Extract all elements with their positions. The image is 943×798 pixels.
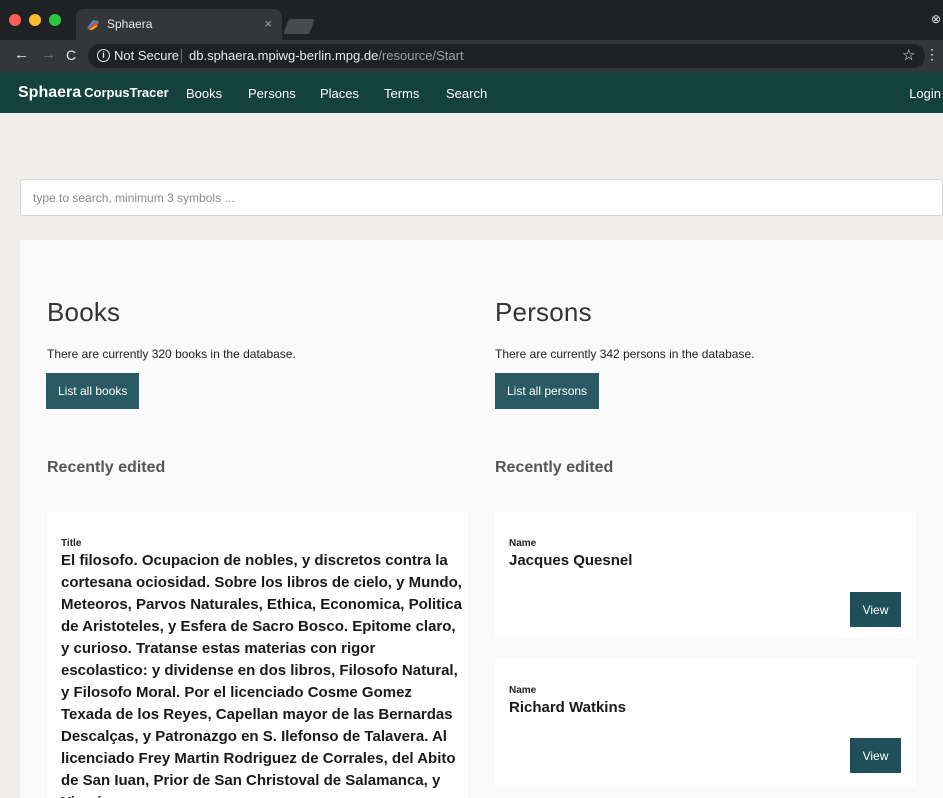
persons-count-text: There are currently 342 persons in the d… [495, 347, 755, 361]
browser-tab-strip: Sphaera × ⊗ [0, 0, 943, 40]
browser-tab[interactable]: Sphaera × [76, 9, 282, 40]
minimize-window-button[interactable] [29, 14, 41, 26]
person-card: Name Jacques Quesnel View [495, 512, 916, 639]
tab-close-icon[interactable]: × [264, 16, 272, 31]
close-window-button[interactable] [9, 14, 21, 26]
books-recently-edited-heading: Recently edited [47, 459, 166, 476]
bookmark-star-icon[interactable]: ☆ [902, 46, 915, 64]
person-name-label: Name [509, 538, 537, 549]
brand-subtitle: CorpusTracer [84, 85, 169, 100]
url-host: db.sphaera.mpiwg-berlin.mpg.de [189, 48, 379, 63]
url-path: /resource/Start [378, 48, 464, 63]
book-card: Title El filosofo. Ocupacion de nobles, … [46, 512, 468, 798]
list-all-books-button[interactable]: List all books [46, 373, 140, 409]
main-panel: Books There are currently 320 books in t… [20, 240, 943, 798]
browser-menu-icon[interactable]: ⋮ [925, 46, 939, 63]
info-icon[interactable]: i [97, 49, 110, 62]
forward-arrow-icon[interactable]: → [41, 47, 56, 63]
person-name-value: Richard Watkins [509, 699, 626, 716]
books-heading: Books [47, 297, 121, 327]
book-title-label: Title [61, 538, 82, 549]
site-navbar: Sphaera CorpusTracer Books Persons Places… [0, 72, 943, 113]
nav-link-search[interactable]: Search [446, 86, 487, 101]
back-arrow-icon[interactable]: ← [14, 47, 29, 63]
incognito-icon: ⊗ [930, 12, 941, 26]
book-title-value: El filosofo. Ocupacion de nobles, y disc… [61, 552, 462, 798]
url-text: db.sphaera.mpiwg-berlin.mpg.de/resource/… [189, 48, 464, 63]
new-tab-button[interactable] [283, 19, 315, 34]
reload-icon[interactable]: C [66, 47, 76, 63]
brand-logo[interactable]: Sphaera CorpusTracer [18, 84, 169, 102]
person-name-label: Name [509, 685, 537, 696]
maximize-window-button[interactable] [49, 14, 61, 26]
nav-link-books[interactable]: Books [186, 86, 222, 101]
browser-toolbar: ← → C i Not Secure db.sphaera.mpiwg-berl… [0, 40, 943, 72]
tab-title: Sphaera [107, 17, 153, 31]
books-count-text: There are currently 320 books in the dat… [47, 347, 296, 361]
view-person-button[interactable]: View [850, 592, 901, 627]
nav-link-terms[interactable]: Terms [384, 86, 419, 101]
person-card: Name Richard Watkins View [495, 659, 916, 786]
address-bar[interactable]: i Not Secure db.sphaera.mpiwg-berlin.mpg… [88, 44, 925, 68]
list-all-persons-button[interactable]: List all persons [495, 373, 600, 409]
nav-link-places[interactable]: Places [320, 86, 359, 101]
search-input[interactable] [20, 179, 943, 216]
not-secure-label: Not Secure [114, 48, 180, 63]
sphaera-favicon-icon [87, 20, 99, 30]
address-divider [181, 49, 182, 63]
nav-link-persons[interactable]: Persons [248, 86, 296, 101]
persons-recently-edited-heading: Recently edited [495, 459, 614, 476]
login-link[interactable]: Login [909, 86, 941, 101]
person-name-value: Jacques Quesnel [509, 552, 633, 569]
brand-name: Sphaera [18, 84, 82, 101]
persons-heading: Persons [495, 297, 592, 327]
view-person-button[interactable]: View [850, 738, 901, 773]
